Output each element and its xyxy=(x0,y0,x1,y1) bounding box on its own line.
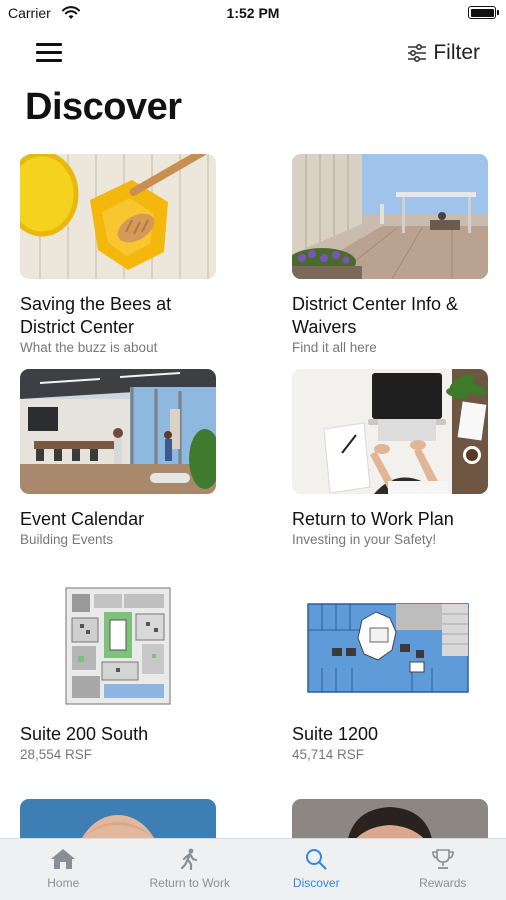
tab-return-to-work[interactable]: Return to Work xyxy=(127,839,254,900)
walking-person-icon xyxy=(180,848,197,870)
card-event-calendar[interactable]: Event Calendar Building Events xyxy=(20,369,216,547)
card-title: Suite 200 South xyxy=(20,724,149,744)
card-subtitle: Investing in your Safety! xyxy=(292,532,437,547)
sliders-icon xyxy=(408,44,427,62)
card-title: Return to Work Plan xyxy=(292,509,454,529)
card-title: Suite 1200 xyxy=(292,724,379,744)
menu-button[interactable] xyxy=(36,40,64,64)
card-title: Event Calendar xyxy=(20,509,145,529)
card-subtitle: What the buzz is about xyxy=(20,340,158,355)
bees-image xyxy=(20,154,216,279)
card-district-center-info[interactable]: District Center Info & Waivers Find it a… xyxy=(292,154,488,355)
card-subtitle: 28,554 RSF xyxy=(20,747,93,762)
card-subtitle: Find it all here xyxy=(292,340,377,355)
discover-grid: Saving the Bees at District Center What … xyxy=(20,154,488,844)
tab-bar: Home Return to Work Discover Rewards xyxy=(0,838,506,900)
card-subtitle: 45,714 RSF xyxy=(292,747,365,762)
home-icon xyxy=(51,849,76,869)
battery-icon xyxy=(468,6,499,19)
tab-label: Rewards xyxy=(419,876,467,890)
floor-plan-image xyxy=(20,584,216,709)
filter-button[interactable]: Filter xyxy=(407,40,480,66)
card-suite-200-south[interactable]: Suite 200 South 28,554 RSF xyxy=(20,584,216,762)
conference-room-image xyxy=(20,369,216,494)
tab-label: Discover xyxy=(292,876,340,890)
status-bar: Carrier 1:52 PM xyxy=(0,0,506,30)
status-time: 1:52 PM xyxy=(226,5,280,21)
card-title: Saving the Bees at District Center xyxy=(20,294,172,337)
card-subtitle: Building Events xyxy=(20,532,114,547)
page-title: Discover xyxy=(25,86,182,128)
card-suite-1200[interactable]: Suite 1200 45,714 RSF xyxy=(292,584,488,762)
filter-label: Filter xyxy=(433,41,480,64)
laptop-desk-image xyxy=(292,369,488,494)
card-title: District Center Info & Waivers xyxy=(292,294,459,337)
card-saving-bees[interactable]: Saving the Bees at District Center What … xyxy=(20,154,216,355)
tab-label: Return to Work xyxy=(149,876,230,890)
tab-home[interactable]: Home xyxy=(0,839,127,900)
card-return-to-work-plan[interactable]: Return to Work Plan Investing in your Sa… xyxy=(292,369,488,547)
floor-plan-image xyxy=(292,584,488,709)
tab-label: Home xyxy=(47,876,80,890)
search-icon xyxy=(306,849,327,870)
tab-rewards[interactable]: Rewards xyxy=(380,839,506,900)
trophy-icon xyxy=(431,849,454,869)
tab-discover[interactable]: Discover xyxy=(253,839,380,900)
rooftop-terrace-image xyxy=(292,154,488,279)
hamburger-icon xyxy=(36,43,62,46)
